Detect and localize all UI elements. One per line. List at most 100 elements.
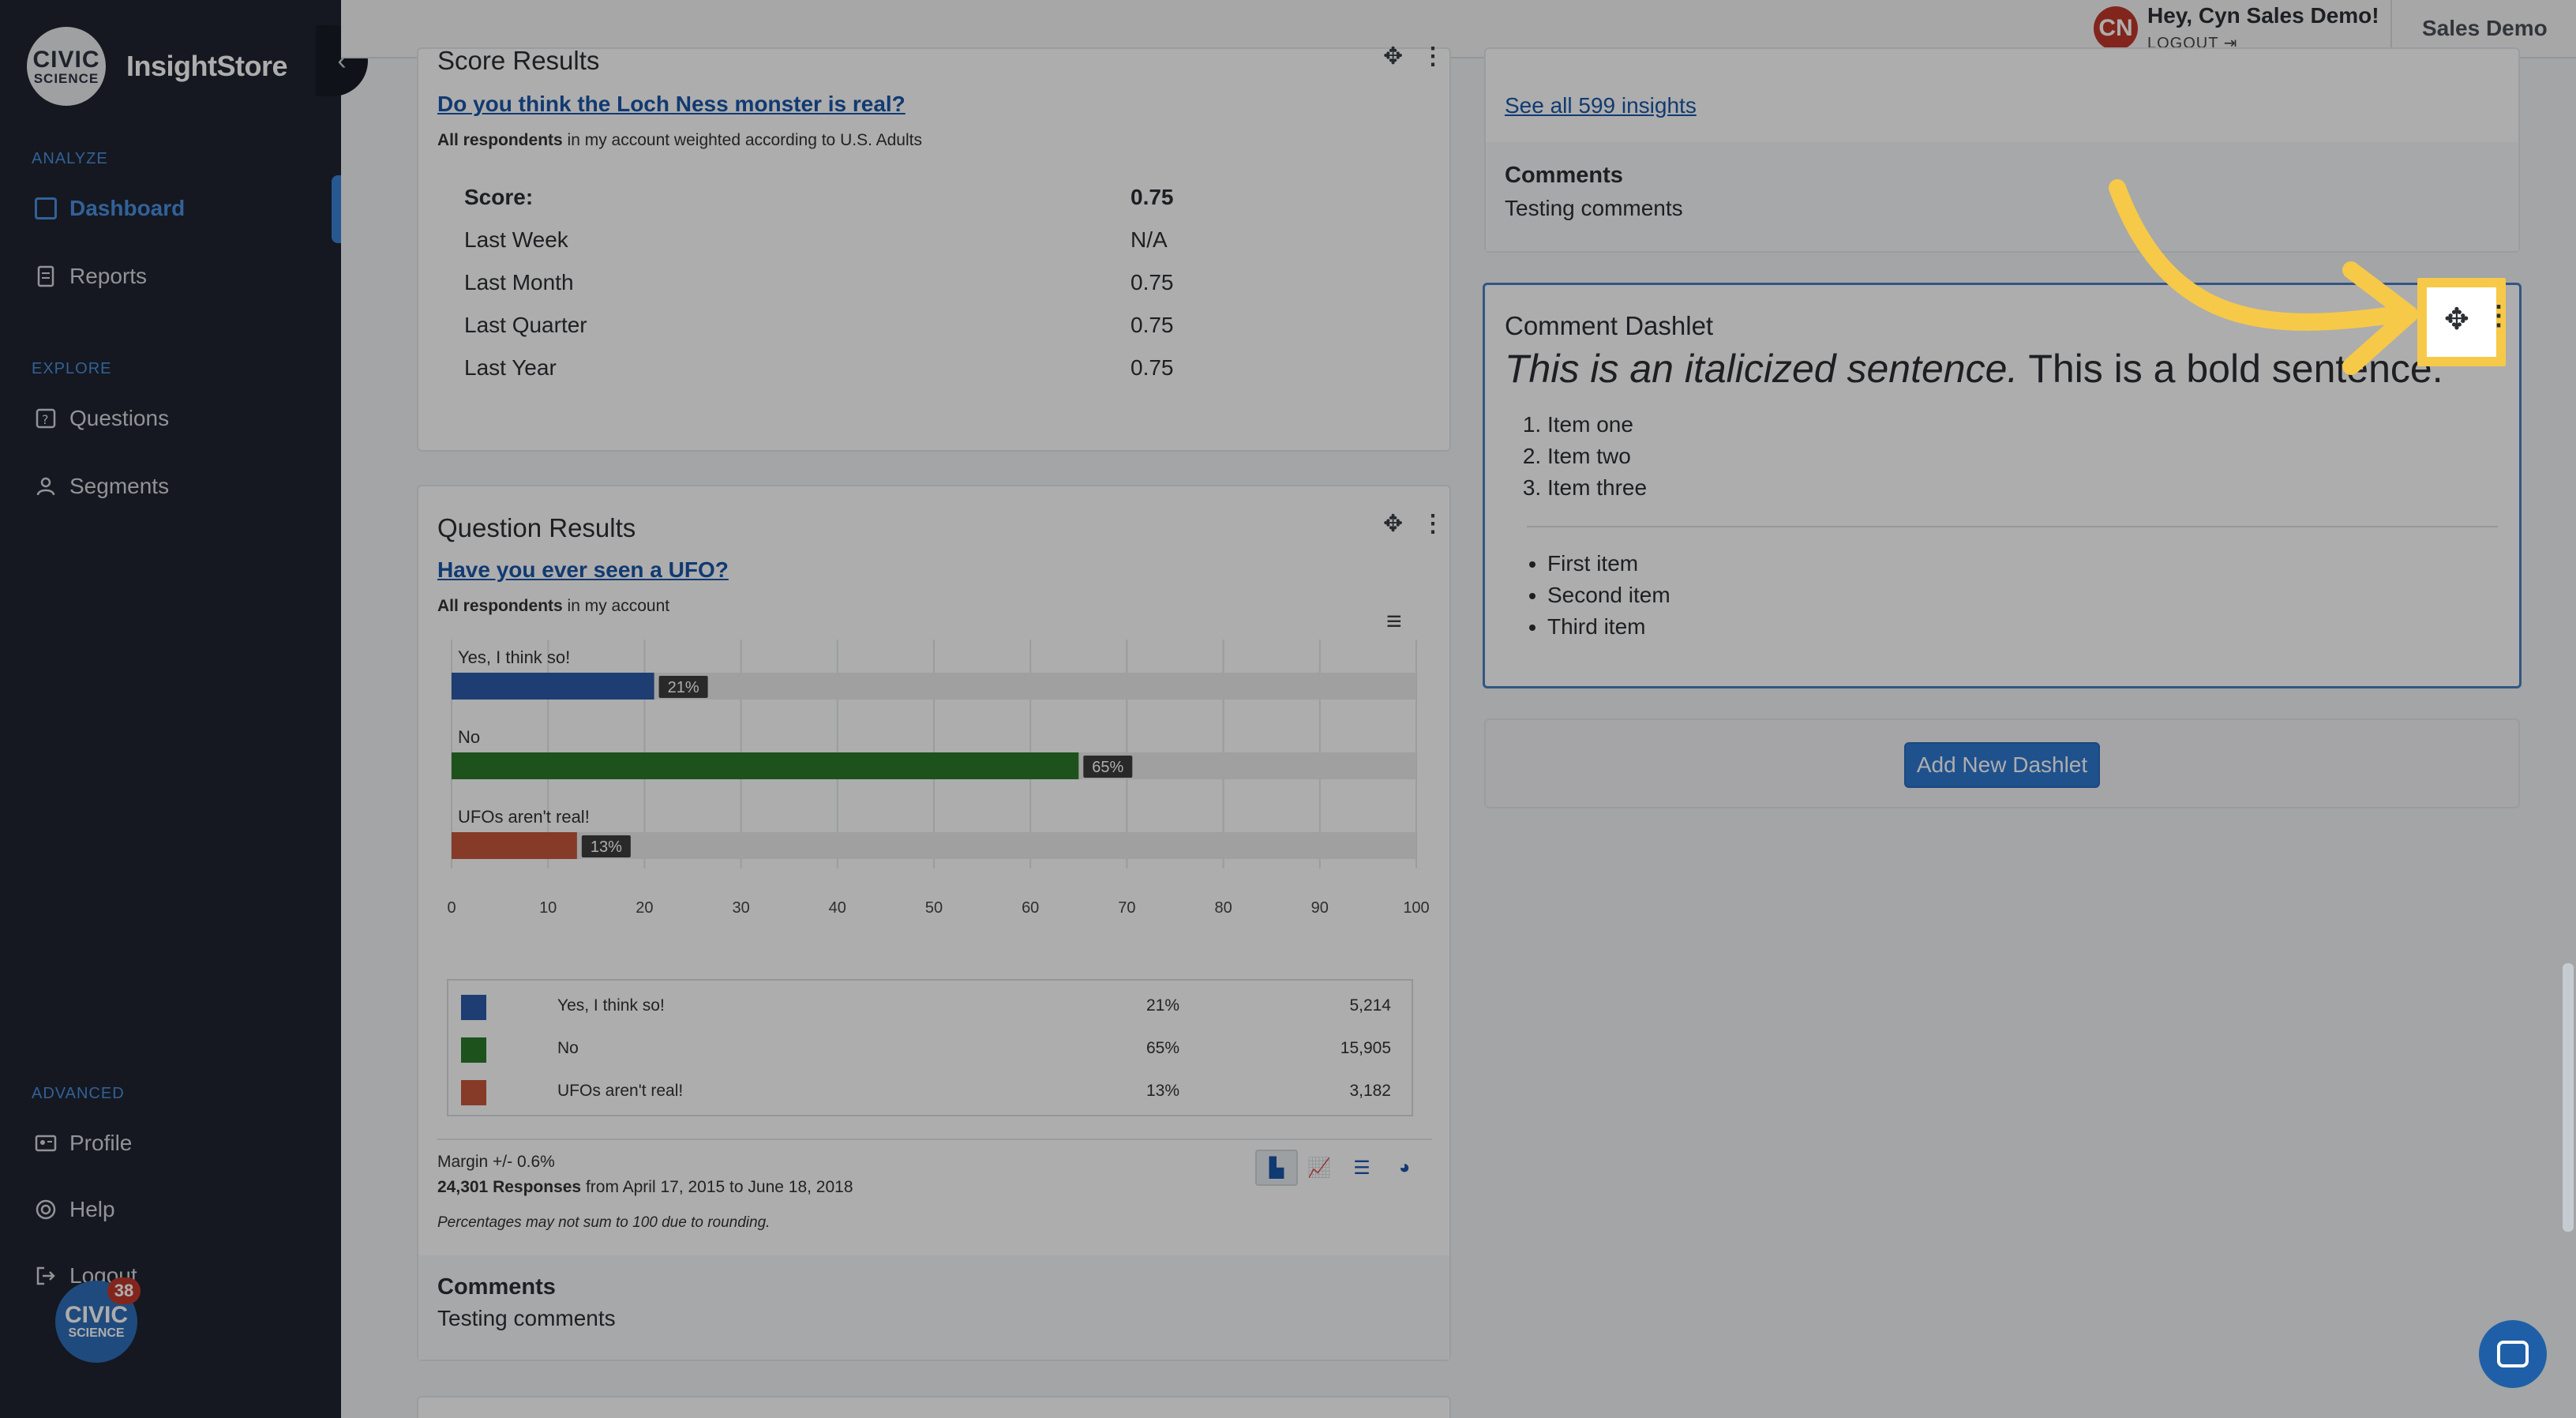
move-icon[interactable]: ✥ <box>1383 510 1403 538</box>
score-row-value: 0.75 <box>1131 270 1174 294</box>
stacked-bar-icon[interactable]: ☰ <box>1340 1150 1383 1186</box>
chart-view-toggle: ▙ 📈 ☰ ◕ <box>1255 1150 1426 1186</box>
responses-text: 24,301 Responses from April 17, 2015 to … <box>437 1178 853 1196</box>
legend-row: Yes, I think so! 21% 5,214 <box>448 985 1413 1028</box>
margin-text: Margin +/- 0.6% <box>437 1153 555 1171</box>
question-icon: ? <box>35 407 57 430</box>
sidebar-item-profile[interactable]: Profile <box>35 1131 132 1156</box>
id-card-icon <box>35 1132 57 1154</box>
kebab-menu-icon[interactable]: ⋮ <box>1421 43 1445 70</box>
dashlet-title: Comment Dashlet <box>1505 311 1714 340</box>
notification-badge: 38 <box>107 1277 141 1304</box>
score-row-value: 0.75 <box>1131 313 1174 337</box>
pie-chart-icon[interactable]: ◕ <box>1383 1150 1426 1186</box>
divider <box>437 1139 1432 1140</box>
org-name[interactable]: Sales Demo <box>2422 16 2548 41</box>
x-tick-label: 70 <box>1118 899 1135 917</box>
list-item: First item <box>1547 548 1670 580</box>
greeting: Hey, Cyn Sales Demo! <box>2147 3 2379 28</box>
bar <box>452 673 654 700</box>
kebab-menu-icon[interactable]: ⋮ <box>2485 300 2512 332</box>
x-tick-label: 80 <box>1214 899 1232 917</box>
sidebar-item-questions[interactable]: ? Questions <box>35 406 169 431</box>
x-tick-label: 40 <box>829 899 846 917</box>
scrollbar[interactable] <box>2563 963 2574 1232</box>
x-tick-label: 10 <box>539 899 557 917</box>
x-tick-label: 0 <box>447 899 456 917</box>
data-label: 65% <box>1092 759 1123 776</box>
next-card <box>417 1396 1451 1418</box>
move-handle-highlight[interactable]: ✥ ⋮ <box>2417 278 2512 366</box>
legend-swatch <box>461 1080 486 1105</box>
legend-row: No 65% 15,905 <box>448 1028 1413 1071</box>
card-title: Score Results <box>437 46 600 75</box>
divider <box>1527 526 2498 527</box>
category-label: Yes, I think so! <box>458 647 570 667</box>
score-row-value: 0.75 <box>1131 355 1174 380</box>
data-label: 21% <box>668 679 699 696</box>
brand-name: InsightStore <box>126 50 288 82</box>
bullet-list: First item Second item Third item <box>1547 548 1670 643</box>
logo[interactable]: CIVIC SCIENCE InsightStore <box>27 27 288 106</box>
civic-science-logo: CIVIC SCIENCE <box>27 27 106 106</box>
legend-table: Yes, I think so! 21% 5,214 No 65% 15,905… <box>447 979 1413 1116</box>
users-icon <box>35 475 57 497</box>
line-chart-icon[interactable]: 📈 <box>1298 1150 1340 1186</box>
logout-icon <box>35 1265 57 1287</box>
bar <box>452 832 577 859</box>
respondents-text: All respondents in my account <box>437 597 670 615</box>
score-label: Score: <box>464 185 534 209</box>
x-tick-label: 100 <box>1403 899 1429 917</box>
rounding-note: Percentages may not sum to 100 due to ro… <box>437 1214 771 1231</box>
kebab-menu-icon[interactable]: ⋮ <box>1421 510 1445 538</box>
x-tick-label: 50 <box>925 899 943 917</box>
x-tick-label: 20 <box>636 899 653 917</box>
avatar[interactable]: CN <box>2094 6 2138 51</box>
x-tick-label: 90 <box>1311 899 1329 917</box>
card-title: Question Results <box>437 513 636 542</box>
comments-title: Comments <box>437 1274 556 1300</box>
sidebar-item-help[interactable]: Help <box>35 1197 115 1222</box>
comments-text: Testing comments <box>1505 196 1683 220</box>
active-indicator <box>332 175 341 243</box>
legend-swatch <box>461 1037 486 1063</box>
bar-chart: 0 10 20 30 40 50 60 70 80 90 100 Yes, I think so! 21… <box>447 640 1430 917</box>
list-item: Item two <box>1547 441 1647 472</box>
dashboard-icon <box>35 197 57 219</box>
x-tick-label: 60 <box>1022 899 1039 917</box>
comments-text: Testing comments <box>437 1306 616 1330</box>
chat-icon <box>2497 1341 2529 1367</box>
list-item: Second item <box>1547 580 1670 611</box>
score-row-value: N/A <box>1131 227 1168 252</box>
sidebar-item-reports[interactable]: Reports <box>35 264 147 289</box>
move-icon[interactable]: ✥ <box>1383 43 1403 70</box>
add-new-dashlet-button[interactable]: Add New Dashlet <box>1904 742 2100 788</box>
category-label: No <box>458 727 480 747</box>
section-advanced: ADVANCED <box>32 1085 125 1102</box>
bar-chart-icon[interactable]: ▙ <box>1255 1150 1298 1186</box>
chat-button[interactable] <box>2479 1320 2547 1388</box>
sidebar: CIVIC SCIENCE InsightStore ANALYZE Dashb… <box>0 0 341 1418</box>
score-row-label: Last Year <box>464 355 557 380</box>
see-all-insights-link[interactable]: See all 599 insights <box>1505 93 1697 118</box>
legend-swatch <box>461 995 486 1020</box>
score-row-label: Last Month <box>464 270 574 294</box>
callout-arrow <box>2109 179 2418 375</box>
sidebar-item-dashboard[interactable]: Dashboard <box>35 196 185 221</box>
bar <box>452 752 1079 779</box>
list-item: Item three <box>1547 472 1647 504</box>
score-value: 0.75 <box>1131 185 1174 209</box>
lifebuoy-icon <box>35 1199 57 1221</box>
comments-title: Comments <box>1505 163 1623 188</box>
question-link[interactable]: Do you think the Loch Ness monster is re… <box>437 92 906 117</box>
move-icon[interactable]: ✥ <box>2444 302 2469 337</box>
sidebar-item-segments[interactable]: Segments <box>35 474 169 499</box>
list-item: Third item <box>1547 611 1670 643</box>
ordered-list: Item one Item two Item three <box>1547 409 1647 504</box>
x-tick-label: 30 <box>732 899 749 917</box>
section-explore: EXPLORE <box>32 360 112 377</box>
question-link[interactable]: Have you ever seen a UFO? <box>437 557 729 583</box>
score-row-label: Last Week <box>464 227 568 252</box>
category-label: UFOs aren't real! <box>458 807 590 827</box>
section-analyze: ANALYZE <box>32 150 108 167</box>
